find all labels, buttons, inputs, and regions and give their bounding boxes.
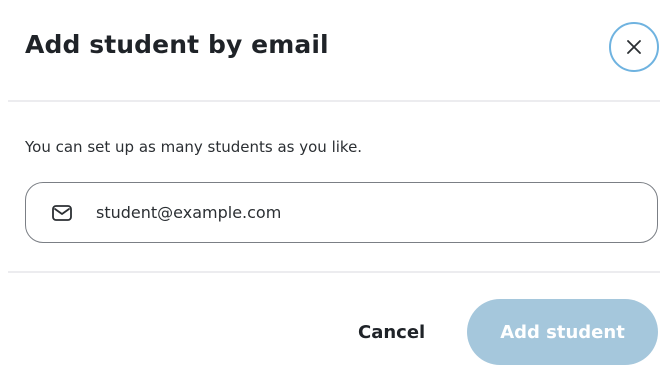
dialog-title: Add student by email — [25, 30, 329, 59]
mail-icon — [51, 202, 73, 224]
cancel-button[interactable]: Cancel — [348, 312, 435, 352]
email-field[interactable]: student@example.com — [25, 182, 658, 243]
header-divider — [8, 100, 660, 102]
footer-divider — [8, 271, 660, 273]
email-field-value: student@example.com — [96, 203, 282, 222]
dialog-description: You can set up as many students as you l… — [25, 138, 363, 156]
close-button[interactable] — [609, 22, 659, 72]
add-student-button[interactable]: Add student — [467, 299, 658, 365]
add-student-dialog: Add student by email You can set up as m… — [0, 0, 660, 370]
close-icon — [624, 37, 644, 57]
